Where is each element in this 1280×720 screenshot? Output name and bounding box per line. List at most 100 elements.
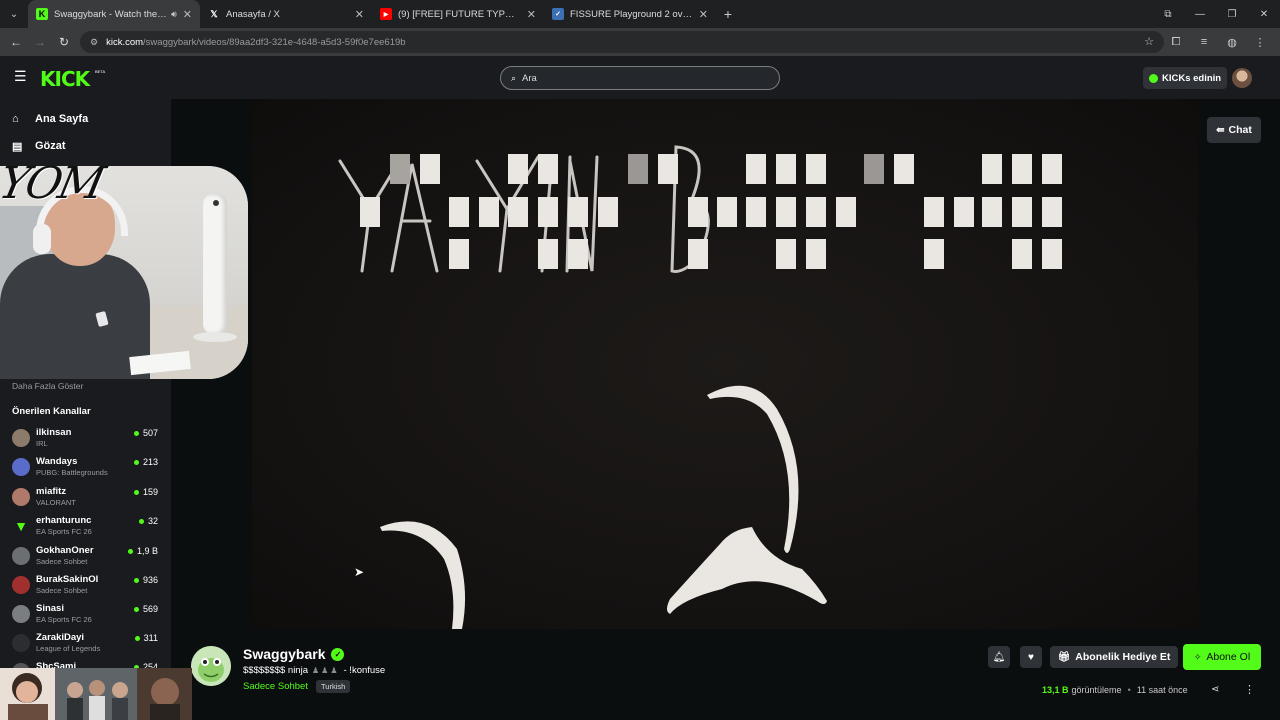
- url-field[interactable]: ⚙ kick.com/swaggybark/videos/89aa2df3-32…: [80, 31, 1164, 53]
- channel-item-gokhanoner[interactable]: GokhanOner Sadece Sohbet 1,9 B: [12, 542, 162, 570]
- new-tab-icon[interactable]: +: [716, 6, 740, 22]
- bookmark-star-icon[interactable]: ☆: [1144, 35, 1154, 48]
- gift-icon: 🎁︎: [1057, 651, 1071, 663]
- sidebar-item-label: Ana Sayfa: [35, 113, 89, 125]
- beta-badge: BETA: [95, 69, 106, 74]
- webcam-overlay: YOM: [0, 166, 248, 379]
- viewer-count: 936: [133, 575, 158, 585]
- user-avatar[interactable]: [1232, 68, 1252, 88]
- notification-bell-button[interactable]: 🔔︎: [988, 646, 1010, 668]
- avatar: [12, 576, 30, 594]
- curve-top: [707, 385, 799, 553]
- tab-close-icon[interactable]: ✕: [183, 8, 192, 21]
- minimize-icon[interactable]: —: [1184, 9, 1216, 20]
- streamer-name-text: Swaggybark: [243, 646, 326, 662]
- sidebar-item-label: Gözat: [35, 140, 66, 152]
- restore-icon[interactable]: ❐: [1216, 9, 1248, 20]
- browser-tab-bar: ⌄ K Swaggybark - Watch the VO 🔊︎ ✕ 𝕏 Ana…: [0, 0, 1280, 28]
- kick-logo[interactable]: KICK: [40, 67, 90, 91]
- sidebar-item-browse[interactable]: ▤ Gözat: [12, 137, 66, 155]
- frog-avatar-icon: [191, 646, 231, 686]
- live-dot-icon: [133, 606, 139, 612]
- tab-x-home[interactable]: 𝕏 Anasayfa / X ✕: [200, 0, 372, 28]
- channel-item-wandays[interactable]: Wandays PUBG: Battlegrounds 213: [12, 453, 162, 481]
- follow-heart-button[interactable]: ♥: [1020, 646, 1042, 668]
- curve-left: [380, 521, 466, 629]
- viewer-count: 569: [133, 604, 158, 614]
- streamer-name[interactable]: Swaggybark ✓: [243, 646, 345, 662]
- kicks-coin-icon: [1149, 73, 1158, 83]
- channel-item-zarakidayi[interactable]: ZarakiDayi League of Legends 311: [12, 629, 162, 657]
- video-player[interactable]: [252, 99, 1198, 629]
- viewer-number: 1,9 B: [136, 546, 158, 556]
- viewer-number: 159: [142, 487, 158, 497]
- webcam-person-shirt: [0, 254, 150, 379]
- get-kicks-button[interactable]: KICKs edinin: [1143, 67, 1227, 89]
- avatar: [12, 429, 30, 447]
- extensions-icon[interactable]: ⧠: [1162, 36, 1190, 49]
- menu-icon[interactable]: ☰: [14, 69, 27, 83]
- extensions-window-icon[interactable]: ⧉: [1152, 9, 1184, 20]
- channel-item-sinasi[interactable]: Sinasi EA Sports FC 26 569: [12, 600, 162, 628]
- gift-subscription-button[interactable]: 🎁︎ Abonelik Hediye Et: [1050, 646, 1178, 668]
- avatar: [12, 547, 30, 565]
- live-dot-icon: [127, 548, 133, 554]
- audio-playing-icon[interactable]: 🔊︎: [171, 9, 177, 20]
- site-header: ☰ KICK BETA ⌕ KICKs edinin: [0, 56, 1280, 99]
- chat-label: Chat: [1228, 124, 1252, 136]
- tab-close-icon[interactable]: ✕: [527, 8, 536, 21]
- tab-close-icon[interactable]: ✕: [355, 8, 364, 21]
- channel-name: ilkinsan: [36, 427, 72, 438]
- viewer-number: 936: [142, 575, 158, 585]
- channel-item-buraksakinol[interactable]: BurakSakinOl Sadece Sohbet 936: [12, 571, 162, 599]
- kick-favicon-icon: K: [36, 8, 48, 20]
- tab-title: (9) [FREE] FUTURE TYPE BEAT -: [398, 8, 521, 20]
- live-dot-icon: [133, 430, 139, 436]
- tab-swaggybark[interactable]: K Swaggybark - Watch the VO 🔊︎ ✕: [28, 0, 200, 28]
- viewer-number: 569: [142, 604, 158, 614]
- viewer-number: 213: [142, 457, 158, 467]
- profile-icon[interactable]: ◍: [1218, 36, 1246, 49]
- gift-label: Abonelik Hediye Et: [1075, 651, 1171, 663]
- kicks-label: KICKs edinin: [1162, 72, 1222, 84]
- channel-item-erhanturunc[interactable]: ▼ erhanturunc EA Sports FC 26 32: [12, 512, 162, 540]
- stream-title: $$$$$$$$ ninja ♟♟♟ - !konfuse: [243, 665, 385, 676]
- search-input[interactable]: [522, 72, 743, 84]
- browser-menu-icon[interactable]: ⋮: [1246, 36, 1274, 49]
- tab-close-icon[interactable]: ✕: [699, 8, 708, 21]
- channel-item-miafitz[interactable]: miafitz VALORANT 159: [12, 483, 162, 511]
- chat-toggle-button[interactable]: ⇚ Chat: [1207, 117, 1261, 143]
- live-dot-icon: [133, 489, 139, 495]
- sidebar-item-home[interactable]: ⌂ Ana Sayfa: [12, 110, 88, 128]
- back-icon[interactable]: ←: [4, 35, 28, 49]
- more-options-icon[interactable]: ⋮: [1244, 683, 1255, 696]
- forward-icon[interactable]: →: [28, 35, 52, 49]
- site-info-icon[interactable]: ⚙: [90, 37, 98, 48]
- tab-search-icon[interactable]: ⌄: [0, 0, 28, 28]
- streamer-avatar[interactable]: [191, 646, 231, 686]
- chat-expand-icon: ⇚: [1216, 124, 1225, 136]
- verified-badge-icon: ✓: [331, 647, 345, 661]
- language-tag[interactable]: Turkish: [316, 680, 351, 693]
- webcam-headphone-cup: [33, 224, 51, 254]
- live-dot-icon: [133, 577, 139, 583]
- show-more-link[interactable]: Daha Fazla Göster: [12, 381, 83, 391]
- media-controls-icon[interactable]: ≡: [1190, 36, 1218, 48]
- reload-icon[interactable]: ↻: [52, 35, 76, 49]
- home-icon: ⌂: [12, 113, 19, 125]
- tab-fissure[interactable]: ✓ FISSURE Playground 2 overview ✕: [544, 0, 716, 28]
- tab-youtube[interactable]: ▶ (9) [FREE] FUTURE TYPE BEAT - ✕: [372, 0, 544, 28]
- stream-category-link[interactable]: Sadece Sohbet: [243, 681, 308, 692]
- search-icon: ⌕: [511, 72, 517, 83]
- channel-category: EA Sports FC 26: [36, 615, 92, 624]
- channel-item-ilkinsan[interactable]: ilkinsan IRL 507: [12, 424, 162, 452]
- avatar: [12, 634, 30, 652]
- share-icon[interactable]: ⋖: [1211, 684, 1219, 695]
- viewer-count: 507: [133, 428, 158, 438]
- channel-name: miafitz: [36, 486, 67, 497]
- channel-name: BurakSakinOl: [36, 574, 99, 585]
- avatar: [12, 458, 30, 476]
- close-window-icon[interactable]: ✕: [1248, 9, 1280, 20]
- search-box[interactable]: ⌕: [500, 66, 780, 90]
- subscribe-button[interactable]: ✧ Abone Ol: [1183, 644, 1261, 670]
